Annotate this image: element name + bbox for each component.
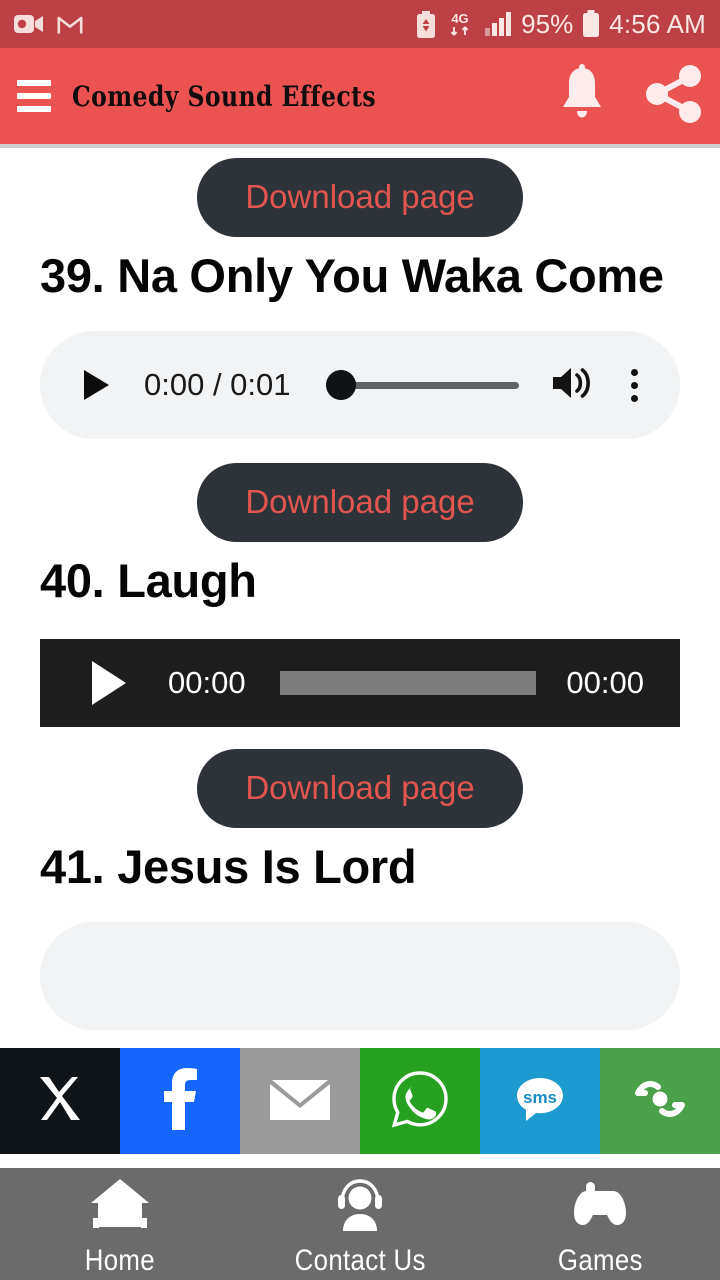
nav-item-home[interactable]: Home: [0, 1168, 240, 1280]
network-type-label: 4G: [445, 10, 475, 38]
download-page-button[interactable]: Download page: [197, 749, 523, 828]
page-content: Download page 39. Na Only You Waka Come …: [0, 148, 720, 1052]
audio-player-light[interactable]: 0:00 / 0:01: [40, 331, 680, 440]
email-icon: [269, 1076, 331, 1127]
status-bar-right-icons: 4G 95% 4:56 AM: [416, 9, 706, 40]
nav-label-home: Home: [84, 1243, 156, 1277]
bell-icon[interactable]: [556, 63, 608, 129]
page-title: Comedy Sound Effects: [72, 79, 377, 113]
headset-support-icon: [329, 1177, 391, 1238]
share-bar: sms: [0, 1048, 720, 1154]
play-icon[interactable]: [84, 370, 109, 401]
audio-seek-slider[interactable]: [279, 671, 537, 696]
download-button-wrap: Download page: [0, 158, 720, 237]
clock-label: 4:56 AM: [609, 8, 706, 39]
gmail-icon: [57, 14, 83, 35]
facebook-icon: [160, 1067, 200, 1135]
track-title: 40. Laugh: [40, 553, 257, 607]
audio-duration: 00:00: [566, 665, 644, 701]
gamepad-icon: [569, 1177, 631, 1238]
screen-recorder-icon: [14, 13, 44, 35]
status-bar: 4G 95% 4:56 AM: [0, 0, 720, 48]
battery-saver-icon: [416, 10, 436, 38]
svg-text:4G: 4G: [451, 11, 468, 26]
play-icon[interactable]: [92, 661, 126, 706]
sms-icon: sms: [511, 1070, 569, 1133]
bottom-nav: Home Contact Us Games: [0, 1168, 720, 1280]
app-bar: Comedy Sound Effects: [0, 48, 720, 144]
whatsapp-icon: [391, 1070, 449, 1133]
share-button-sms[interactable]: sms: [480, 1048, 600, 1154]
nav-label-contact-us: Contact Us: [294, 1243, 426, 1277]
status-bar-left-icons: [14, 13, 83, 35]
download-button-wrap: Download page: [0, 463, 720, 542]
share-button-whatsapp[interactable]: [360, 1048, 480, 1154]
hamburger-menu-icon[interactable]: [14, 76, 54, 116]
audio-current-time: 00:00: [168, 665, 246, 701]
nav-item-games[interactable]: Games: [480, 1168, 720, 1280]
download-page-button[interactable]: Download page: [197, 463, 523, 542]
audio-player-partial[interactable]: [40, 922, 680, 1031]
audio-player-dark[interactable]: 00:00 00:00: [40, 639, 680, 728]
home-icon: [89, 1177, 151, 1238]
x-twitter-icon: [33, 1072, 87, 1131]
nav-label-games: Games: [557, 1243, 643, 1277]
app-bar-actions: [556, 63, 702, 129]
share-button-email[interactable]: [240, 1048, 360, 1154]
nav-item-contact-us[interactable]: Contact Us: [240, 1168, 480, 1280]
download-page-button[interactable]: Download page: [197, 158, 523, 237]
download-button-wrap: Download page: [0, 749, 720, 828]
more-vertical-icon[interactable]: [623, 365, 646, 406]
audio-time-display: 0:00 / 0:01: [144, 367, 291, 403]
seek-knob[interactable]: [325, 370, 356, 401]
addtoany-share-icon: [630, 1073, 690, 1130]
battery-icon: [582, 10, 600, 38]
track-title: 41. Jesus Is Lord: [40, 839, 417, 893]
volume-icon[interactable]: [549, 364, 593, 407]
share-icon[interactable]: [646, 64, 702, 128]
share-button-x-twitter[interactable]: [0, 1048, 120, 1154]
share-button-more[interactable]: [600, 1048, 720, 1154]
audio-seek-slider[interactable]: [325, 370, 519, 401]
track-title: 39. Na Only You Waka Come: [40, 248, 664, 302]
svg-text:sms: sms: [523, 1088, 557, 1107]
battery-percent-label: 95%: [521, 8, 574, 39]
share-button-facebook[interactable]: [120, 1048, 240, 1154]
signal-bars-icon: [484, 11, 512, 37]
